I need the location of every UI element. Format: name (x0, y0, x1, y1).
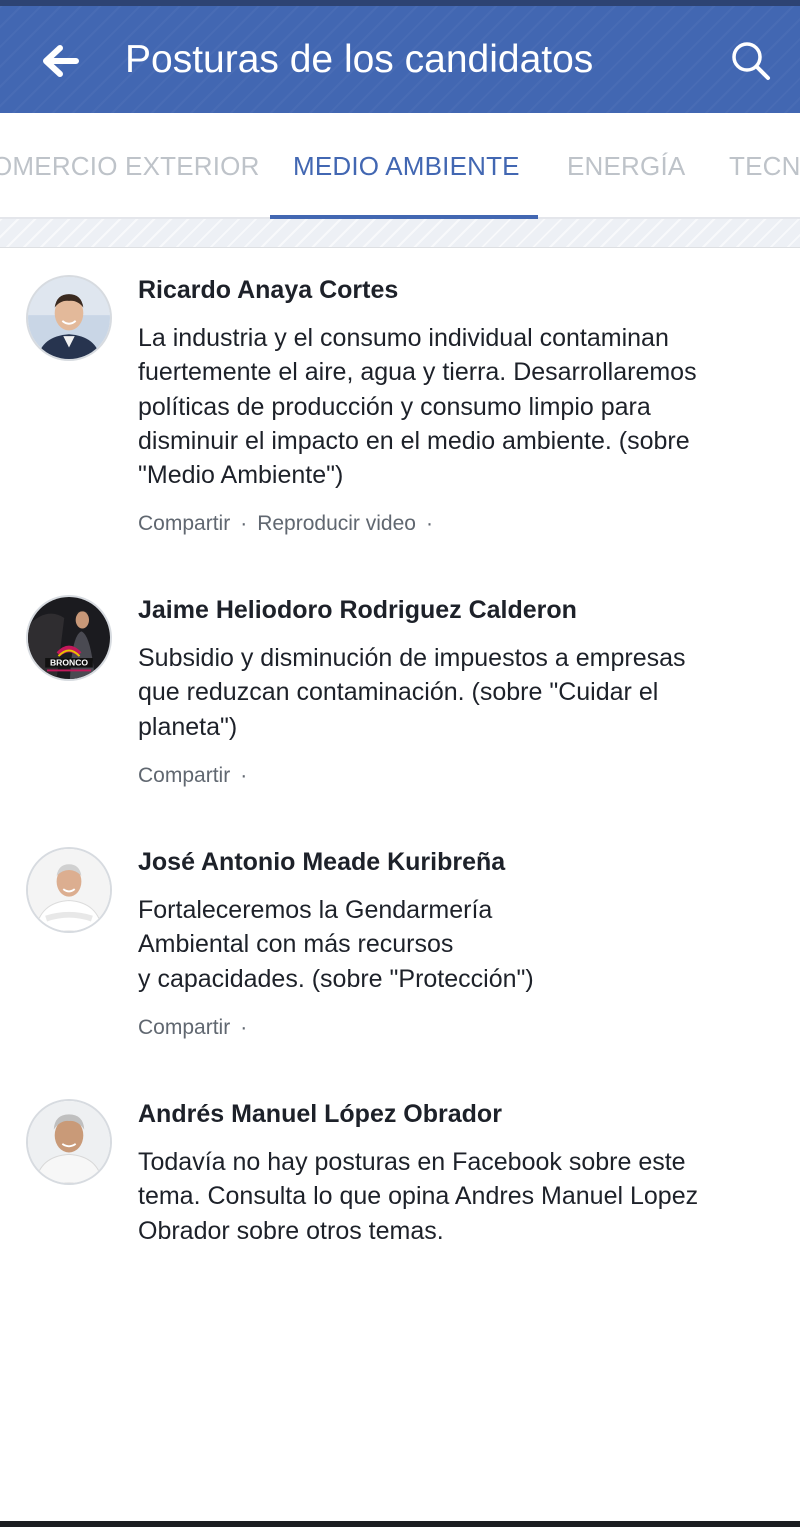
post-text-line: La industria y el consumo individual con… (138, 324, 669, 352)
avatar[interactable] (26, 275, 112, 361)
topic-tabs: OMERCIO EXTERIOR MEDIO AMBIENTE ENERGÍA … (0, 113, 800, 219)
post-actions: Compartir · (138, 763, 257, 789)
play-video-link[interactable]: Reproducir video (257, 512, 416, 535)
section-separator (0, 219, 800, 248)
candidate-photo (28, 1101, 110, 1183)
bronco-logo-text: BRONCO (50, 658, 88, 668)
post-text-line: planeta") (138, 712, 238, 741)
post-text-line: políticas de producción y consumo limpio… (138, 392, 651, 421)
post-text: Fortaleceremos la Gendarmería Ambiental … (138, 893, 768, 996)
separator-dot: · (240, 1016, 248, 1039)
separator-dot: · (240, 764, 248, 787)
separator-dot: · (240, 512, 248, 535)
post-text-line: fuertemente el aire, agua y tierra. Desa… (138, 358, 697, 387)
tab-tecnologia[interactable]: TECNO (729, 150, 800, 182)
search-button[interactable] (728, 38, 774, 84)
tab-energia[interactable]: ENERGÍA (567, 150, 685, 182)
avatar[interactable]: BRONCO (26, 595, 112, 681)
share-link[interactable]: Compartir (138, 764, 230, 787)
candidate-name[interactable]: Andrés Manuel López Obrador (138, 1099, 502, 1129)
candidate-photo: BRONCO (28, 597, 110, 679)
candidate-name[interactable]: Jaime Heliodoro Rodriguez Calderon (138, 595, 577, 625)
search-icon (732, 42, 770, 80)
post-actions: Compartir · (138, 1015, 257, 1041)
tab-comercio-exterior[interactable]: OMERCIO EXTERIOR (0, 150, 260, 182)
share-link[interactable]: Compartir (138, 512, 230, 535)
avatar[interactable] (26, 847, 112, 933)
post-text-line: Fortaleceremos la Gendarmería (138, 896, 493, 924)
bottom-edge (0, 1521, 800, 1527)
post-text-line: Todavía no hay posturas en Facebook sobr… (138, 1148, 686, 1176)
candidate-name[interactable]: Ricardo Anaya Cortes (138, 275, 398, 305)
arrow-left-icon (43, 45, 79, 77)
page-title: Posturas de los candidatos (125, 38, 594, 81)
post-text: Subsidio y disminución de impuestos a em… (138, 641, 768, 744)
post-text-line: tema. Consulta lo que opina Andres Manue… (138, 1182, 699, 1211)
post-text-line: Ambiental con más recursos (138, 930, 454, 959)
separator-dot: · (425, 512, 433, 535)
back-button[interactable] (36, 38, 86, 84)
candidate-photo (28, 849, 110, 931)
app-bar: Posturas de los candidatos (0, 6, 800, 113)
avatar[interactable] (26, 1099, 112, 1185)
post-text-line: "Medio Ambiente") (138, 461, 344, 490)
post-text: Todavía no hay posturas en Facebook sobr… (138, 1145, 768, 1248)
candidate-photo (28, 277, 110, 359)
candidate-name[interactable]: José Antonio Meade Kuribreña (138, 847, 505, 877)
post-text-line: y capacidades. (sobre "Protección") (138, 964, 534, 993)
post-text: La industria y el consumo individual con… (138, 321, 768, 492)
share-link[interactable]: Compartir (138, 1016, 230, 1039)
post-text-line: Obrador sobre otros temas. (138, 1216, 444, 1245)
post-actions: Compartir · Reproducir video · (138, 511, 443, 537)
tab-medio-ambiente[interactable]: MEDIO AMBIENTE (293, 150, 520, 182)
post-text-line: disminuir el impacto en el medio ambient… (138, 426, 690, 455)
post-text-line: que reduzcan contaminación. (sobre "Cuid… (138, 678, 659, 707)
post-text-line: Subsidio y disminución de impuestos a em… (138, 644, 686, 672)
